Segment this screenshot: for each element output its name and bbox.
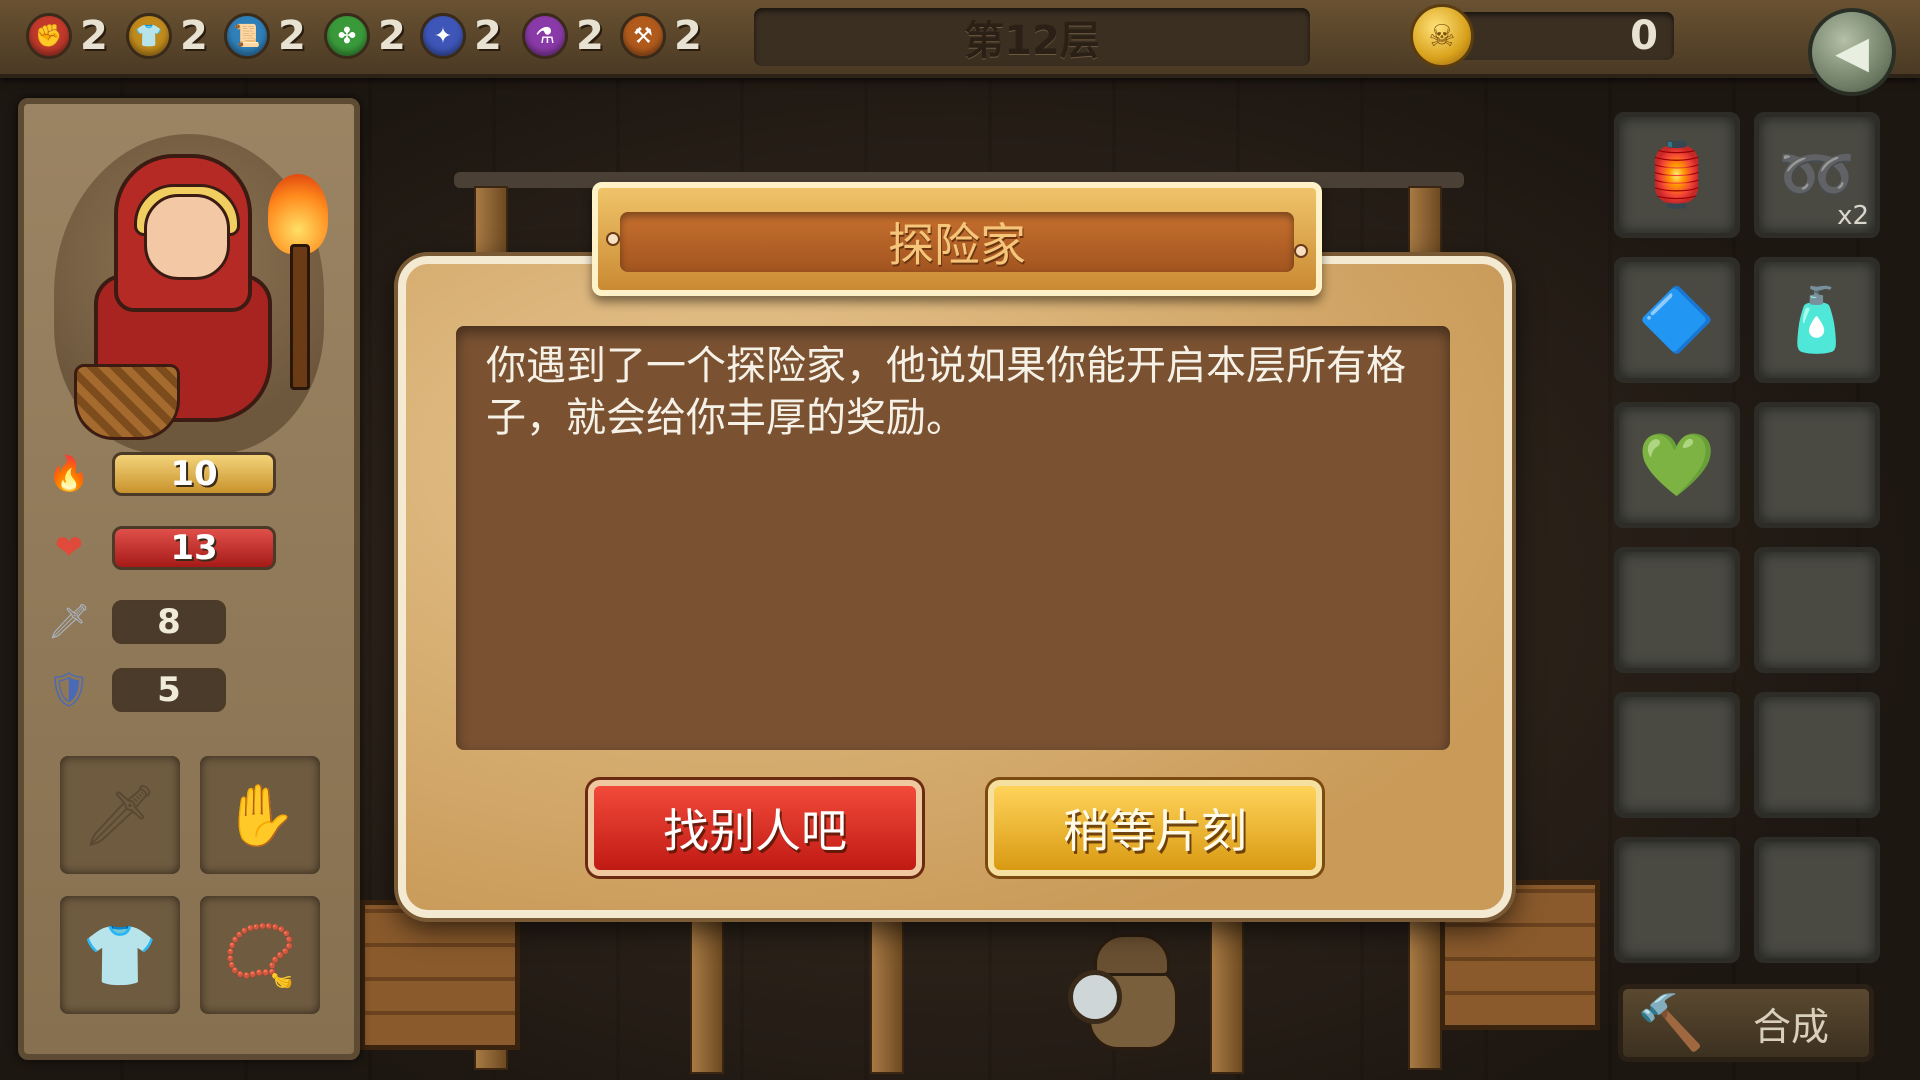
armor-icon: 👕 xyxy=(126,13,172,59)
attack-value: 10 xyxy=(170,454,218,494)
back-button[interactable]: ◀ xyxy=(1808,8,1896,96)
resource-count: 2 xyxy=(474,13,502,59)
shield-icon: 🛡 xyxy=(47,670,91,710)
dialog-message: 你遇到了一个探险家，他说如果你能开启本层所有格子，就会给你丰厚的奖励。 xyxy=(486,343,1406,441)
scaffold-post xyxy=(870,900,904,1074)
resource-count: 2 xyxy=(278,13,306,59)
hero-face xyxy=(144,194,230,280)
lantern-icon: 🏮 xyxy=(1638,138,1716,211)
equip-slot-armor[interactable]: 👕 xyxy=(60,896,180,1014)
sword-silhouette-icon: 🗡 xyxy=(81,780,159,851)
resource-item: ✊ 2 xyxy=(26,10,108,62)
stat-shield: 🛡 5 xyxy=(44,666,304,714)
inventory-slot[interactable]: 💚 xyxy=(1614,402,1740,528)
explorer-hat xyxy=(1094,934,1170,976)
resource-count: 2 xyxy=(674,13,702,59)
inventory-slot[interactable] xyxy=(1754,837,1880,963)
inventory-slot[interactable]: 🏮 xyxy=(1614,112,1740,238)
craft-button[interactable]: 🔨 合成 xyxy=(1618,984,1874,1062)
back-arrow-icon: ◀ xyxy=(1835,26,1869,78)
inventory-slot[interactable] xyxy=(1754,402,1880,528)
inventory-slot[interactable] xyxy=(1754,692,1880,818)
dialog-title: 探险家 xyxy=(888,218,1026,272)
shield-value: 5 xyxy=(157,670,181,710)
torch-icon xyxy=(290,244,310,390)
health-bar: 13 xyxy=(112,526,276,570)
anvil-icon: ⚒ xyxy=(620,13,666,59)
basket-icon xyxy=(74,364,180,440)
torch-flame-icon xyxy=(268,174,328,254)
scaffold-post xyxy=(1210,900,1244,1074)
inventory-slot[interactable]: ➿ x2 xyxy=(1754,112,1880,238)
wooden-crate xyxy=(360,900,520,1050)
equip-slot-weapon[interactable]: 🗡 xyxy=(60,756,180,874)
inventory-slot[interactable] xyxy=(1614,547,1740,673)
decline-label: 找别人吧 xyxy=(663,804,847,858)
blue-gem-icon: 🔷 xyxy=(1638,283,1716,356)
sword-icon: 🗡 xyxy=(47,602,91,642)
resource-count: 2 xyxy=(180,13,208,59)
resource-count: 2 xyxy=(576,13,604,59)
craft-label: 合成 xyxy=(1752,1004,1829,1049)
scaffold-post xyxy=(690,900,724,1074)
fist-icon: ✊ xyxy=(26,13,72,59)
resource-item: ✦ 2 xyxy=(420,10,502,62)
decline-button[interactable]: 找别人吧 xyxy=(588,780,922,876)
dialog-title-plank: 探险家 xyxy=(592,182,1322,296)
resource-item: ⚗ 2 xyxy=(522,10,604,62)
equip-slot-amulet[interactable]: 📿 xyxy=(200,896,320,1014)
nail-icon xyxy=(606,232,620,246)
inventory-slot[interactable]: 🧴 xyxy=(1754,257,1880,383)
floor-label: 第12层 xyxy=(964,18,1100,64)
attack-bar: 10 xyxy=(112,452,276,496)
glove-silhouette-icon: ✋ xyxy=(222,780,298,851)
shield-bar: 5 xyxy=(112,668,226,712)
nail-icon xyxy=(1294,244,1308,258)
item-count: x2 xyxy=(1837,201,1869,231)
inventory-slot[interactable] xyxy=(1614,692,1740,818)
dialog-title-bar: 探险家 xyxy=(620,212,1294,272)
heart-icon: ❤ xyxy=(54,528,84,568)
star-icon: ✦ xyxy=(420,13,466,59)
scroll-icon: 📜 xyxy=(224,13,270,59)
hero-panel: 🔥 10 ❤ 13 🗡 8 🛡 5 🗡 ✋ 👕 📿 xyxy=(18,98,360,1060)
equip-slot-gloves[interactable]: ✋ xyxy=(200,756,320,874)
sword-value: 8 xyxy=(157,602,181,642)
bottle-icon: 🧴 xyxy=(1778,283,1856,356)
coin-value: 0 xyxy=(1630,13,1658,59)
floor-indicator: 第12层 xyxy=(754,8,1310,66)
resource-item: 👕 2 xyxy=(126,10,208,62)
skull-coin-icon: ☠ xyxy=(1410,4,1474,68)
amulet-silhouette-icon: 📿 xyxy=(222,920,298,991)
green-gem-icon: 💚 xyxy=(1638,428,1716,501)
resource-count: 2 xyxy=(378,13,406,59)
stat-attack: 🔥 10 xyxy=(44,450,304,498)
wait-button[interactable]: 稍等片刻 xyxy=(988,780,1322,876)
potion-icon: ⚗ xyxy=(522,13,568,59)
resource-item: 📜 2 xyxy=(224,10,306,62)
wait-label: 稍等片刻 xyxy=(1063,804,1247,858)
resource-item: ✤ 2 xyxy=(324,10,406,62)
stat-health: ❤ 13 xyxy=(44,524,304,572)
explorer-character[interactable] xyxy=(1068,930,1188,1050)
inventory-slot[interactable] xyxy=(1754,547,1880,673)
resource-item: ⚒ 2 xyxy=(620,10,702,62)
shirt-silhouette-icon: 👕 xyxy=(82,920,158,991)
clover-icon: ✤ xyxy=(324,13,370,59)
inventory-slot[interactable]: 🔷 xyxy=(1614,257,1740,383)
hammer-potion-icon: 🔨 xyxy=(1637,991,1705,1054)
magnifier-icon xyxy=(1068,970,1122,1024)
stat-sword: 🗡 8 xyxy=(44,598,304,646)
fire-icon: 🔥 xyxy=(47,454,91,494)
inventory-slot[interactable] xyxy=(1614,837,1740,963)
dialog-message-box: 你遇到了一个探险家，他说如果你能开启本层所有格子，就会给你丰厚的奖励。 xyxy=(456,326,1450,750)
sword-bar: 8 xyxy=(112,600,226,644)
resource-count: 2 xyxy=(80,13,108,59)
health-value: 13 xyxy=(170,528,218,568)
hero-portrait xyxy=(54,134,328,454)
